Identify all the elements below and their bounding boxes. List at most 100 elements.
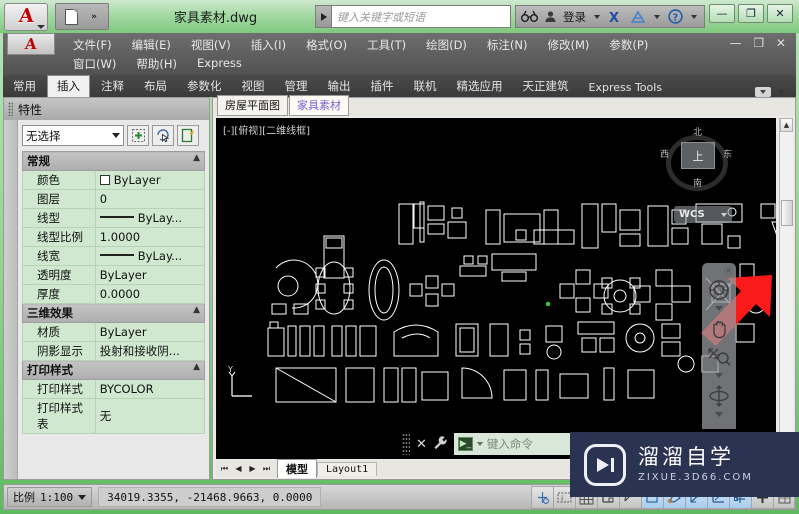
prop-value-transparency[interactable]: ByLayer [94, 265, 206, 285]
scrollbar-thumb[interactable] [781, 200, 793, 226]
new-file-icon[interactable] [60, 6, 82, 27]
prop-value-layer[interactable]: 0 [94, 189, 206, 209]
pan-hand-icon[interactable] [705, 316, 733, 342]
selection-combo[interactable]: 无选择 [22, 125, 124, 146]
tab-express-tools[interactable]: Express Tools [580, 79, 672, 97]
table-row[interactable]: 颜色 ByLayer [22, 170, 206, 190]
quick-select-icon[interactable] [127, 125, 149, 146]
table-row[interactable]: 线型 ByLay... [22, 208, 206, 228]
menu-item-tools[interactable]: 工具(T) [357, 35, 416, 55]
close-button[interactable]: ✕ [767, 4, 793, 23]
properties-side-strip[interactable] [4, 120, 18, 479]
ribbon-state-icon[interactable] [755, 87, 771, 97]
menu-item-view[interactable]: 视图(V) [181, 35, 241, 55]
table-row[interactable]: 线宽 ByLay... [22, 246, 206, 266]
chevron-down-icon[interactable] [778, 90, 784, 94]
prop-value-material[interactable]: ByLayer [94, 322, 206, 342]
table-row[interactable]: 透明度 ByLayer [22, 265, 206, 285]
menu-item-window[interactable]: 窗口(W) [63, 54, 126, 74]
grip-dots-icon[interactable] [8, 102, 13, 116]
sign-in-button[interactable]: 登录 [561, 6, 588, 27]
menu-item-express[interactable]: Express [187, 54, 252, 74]
orbit-icon[interactable] [705, 383, 733, 409]
person-icon[interactable] [542, 6, 559, 27]
tab-parametric[interactable]: 参数化 [178, 76, 231, 97]
tab-home[interactable]: 常用 [4, 76, 45, 97]
tab-layout1[interactable]: Layout1 [317, 461, 378, 476]
more-icon[interactable]: » [82, 6, 104, 27]
menu-item-file[interactable]: 文件(F) [63, 35, 122, 55]
menu-item-insert[interactable]: 插入(I) [241, 35, 296, 55]
file-tab-house-plan[interactable]: 房屋平面图 [217, 95, 288, 116]
menu-item-edit[interactable]: 编辑(E) [122, 35, 181, 55]
exchange-icon[interactable]: X [606, 6, 626, 27]
prop-value-thickness[interactable]: 0.0000 [94, 284, 206, 304]
search-input[interactable]: 键入关键字或短语 [331, 5, 511, 28]
chevron-down-icon[interactable] [715, 306, 723, 311]
table-row[interactable]: 打印样式 BYCOLOR [22, 379, 206, 399]
table-row[interactable]: 阴影显示 投射和接收阴... [22, 341, 206, 361]
pickadd-icon[interactable] [177, 125, 199, 146]
menu-item-draw[interactable]: 绘图(D) [416, 35, 477, 55]
chevron-down-icon[interactable] [476, 442, 483, 446]
maximize-button[interactable]: ❐ [738, 4, 764, 23]
steering-wheel-icon[interactable] [705, 277, 733, 303]
menu-item-modify[interactable]: 修改(M) [538, 35, 600, 55]
collapse-caret-icon[interactable]: ▲ [193, 305, 200, 315]
help-icon[interactable]: ? [666, 6, 685, 27]
last-layout-button[interactable]: ⏭ [260, 462, 273, 475]
chevron-down-icon[interactable] [78, 494, 87, 500]
table-row[interactable]: 图层 0 [22, 189, 206, 209]
table-row[interactable]: 厚度 0.0000 [22, 284, 206, 304]
prop-value-lineweight[interactable]: ByLay... [94, 246, 206, 266]
grip-dots-icon[interactable] [402, 433, 410, 455]
table-row[interactable]: 打印样式表 无 [22, 398, 206, 434]
close-icon[interactable]: ✕ [724, 266, 733, 275]
binoculars-icon[interactable] [519, 6, 540, 27]
tab-layout[interactable]: 布局 [135, 76, 176, 97]
tab-online[interactable]: 联机 [405, 76, 446, 97]
tab-annotate[interactable]: 注释 [92, 76, 133, 97]
first-layout-button[interactable]: ⏮ [218, 462, 231, 475]
property-group-plot-style[interactable]: 打印样式 ▲ [22, 360, 205, 380]
prop-value-shadow-display[interactable]: 投射和接收阴... [94, 341, 206, 361]
tab-model[interactable]: 模型 [277, 459, 317, 478]
coordinate-display[interactable]: 34019.3355, -21468.9663, 0.0000 [98, 487, 322, 507]
menu-item-parametric[interactable]: 参数(P) [599, 35, 658, 55]
tab-featured-apps[interactable]: 精选应用 [448, 76, 512, 97]
wcs-selector[interactable]: WCS [674, 206, 732, 223]
chevron-down-icon[interactable] [691, 14, 697, 19]
chevron-down-icon[interactable] [715, 412, 723, 417]
cloud-icon[interactable] [628, 6, 648, 27]
menu-item-format[interactable]: 格式(O) [296, 35, 357, 55]
zoom-extents-icon[interactable] [705, 344, 733, 370]
chevron-down-icon[interactable] [112, 133, 120, 138]
chevron-down-icon[interactable] [594, 14, 600, 19]
close-icon[interactable]: ✕ [416, 437, 427, 452]
minimize-button[interactable]: — [709, 4, 735, 23]
view-cube[interactable]: 上 北 南 东 西 [660, 126, 734, 200]
chevron-down-icon[interactable] [37, 24, 45, 29]
prop-value-plot-style-table[interactable]: 无 [94, 398, 206, 434]
canvas-vertical-scrollbar[interactable]: ▲ ▼ [779, 118, 793, 456]
chevron-down-icon[interactable] [654, 14, 660, 19]
document-window-controls[interactable]: — ❐ ✕ [730, 36, 790, 50]
property-group-3d-effects[interactable]: 三维效果 ▲ [22, 303, 205, 323]
tab-manage[interactable]: 管理 [276, 76, 317, 97]
prop-value-linetype[interactable]: ByLay... [94, 208, 206, 228]
chevron-down-icon[interactable] [715, 373, 723, 378]
table-row[interactable]: 材质 ByLayer [22, 322, 206, 342]
ribbon-minimize-control[interactable] [755, 87, 796, 97]
tab-view[interactable]: 视图 [233, 76, 274, 97]
prop-value-color[interactable]: ByLayer [94, 170, 206, 190]
prop-value-linetype-scale[interactable]: 1.0000 [94, 227, 206, 247]
annotation-scale-selector[interactable]: 比例 1:100 [7, 487, 93, 507]
tab-insert[interactable]: 插入 [47, 75, 90, 97]
model-canvas[interactable]: [-][俯视][二维线框] Y 上 北 南 东 西 WCS ✕ [216, 118, 776, 456]
view-cube-top-face[interactable]: 上 [681, 142, 715, 169]
table-row[interactable]: 线型比例 1.0000 [22, 227, 206, 247]
prop-value-plot-style[interactable]: BYCOLOR [94, 379, 206, 399]
tab-output[interactable]: 输出 [319, 76, 360, 97]
select-objects-icon[interactable] [152, 125, 174, 146]
collapse-caret-icon[interactable]: ▲ [193, 153, 200, 163]
